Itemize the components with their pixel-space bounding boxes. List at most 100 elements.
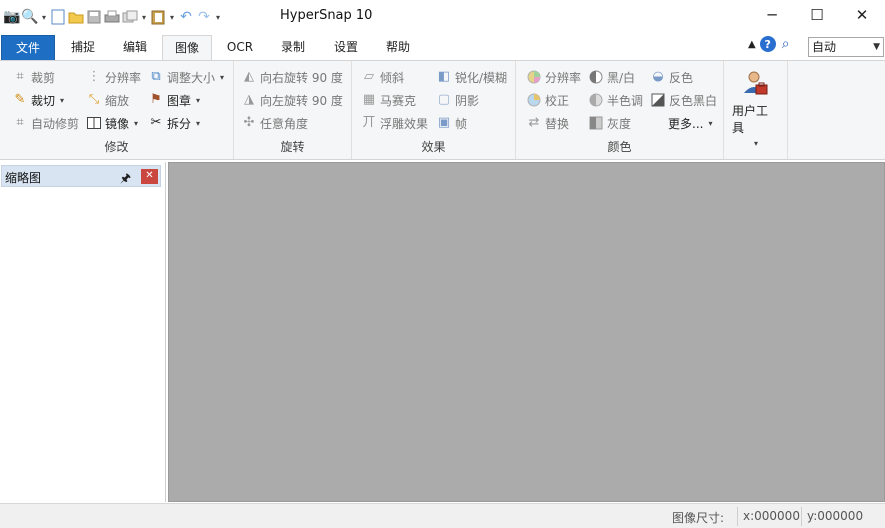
zoom-select[interactable]: 自动 ▼	[808, 37, 884, 57]
tab-ocr[interactable]: OCR	[218, 35, 262, 61]
new-file-icon[interactable]	[50, 9, 66, 25]
grayscale-button[interactable]: 灰度	[588, 113, 631, 133]
quick-access-toolbar: 📷 🔍 ▾ ▾ ▾ ↶ ↷ ▾	[3, 6, 222, 28]
thumbnail-pane-title: 缩略图	[5, 171, 42, 185]
tab-file[interactable]: 文件	[1, 35, 55, 61]
correct-button[interactable]: 校正	[526, 90, 569, 110]
undo-icon[interactable]: ↶	[178, 9, 194, 25]
image-workspace[interactable]	[168, 162, 885, 502]
halftone-icon	[588, 92, 604, 108]
scale-button[interactable]: ⤡ 缩放	[86, 90, 129, 110]
copy-icon[interactable]	[122, 9, 138, 25]
replace-button[interactable]: ⇄ 替换	[526, 113, 569, 133]
chevron-down-icon[interactable]: ▾	[140, 13, 148, 22]
invert-button[interactable]: ◒ 反色	[650, 67, 693, 87]
mosaic-icon: ▦	[362, 92, 376, 107]
scale-icon: ⤡	[88, 92, 100, 107]
chevron-down-icon: ▼	[873, 42, 880, 52]
group-label-color: 颜色	[607, 140, 632, 154]
customize-icon[interactable]: ▾	[214, 13, 222, 22]
more-button[interactable]: 更多... ▾	[668, 113, 712, 133]
tab-edit[interactable]: 编辑	[114, 35, 156, 61]
redo-icon[interactable]: ↷	[196, 9, 212, 25]
group-color: 分辨率 校正 ⇄ 替换 黑/白 半色调 灰度 ◒ 反色 反色黑白 更多... ▾…	[516, 61, 724, 159]
tab-image[interactable]: 图像	[162, 35, 212, 62]
group-modify: ⌗ 裁剪 ✎ 裁切 ▾ ⌗ 自动修剪 ⋮ 分辨率 ⤡ 缩放 镜像 ▾ ⧉ 调整大小 ▾	[0, 61, 234, 159]
rotate-right-button[interactable]: ◭ 向右旋转 90 度	[241, 67, 343, 87]
skew-button[interactable]: ▱ 倾斜	[361, 67, 404, 87]
autotrim-button[interactable]: ⌗ 自动修剪	[12, 113, 79, 133]
cursor-x: x:000000	[743, 509, 800, 523]
any-angle-button[interactable]: ✣ 任意角度	[241, 113, 308, 133]
color-resolution-button[interactable]: 分辨率	[526, 67, 581, 87]
chevron-down-icon[interactable]: ▾	[168, 13, 176, 22]
resolution-button[interactable]: ⋮ 分辨率	[86, 67, 142, 87]
mirror-icon	[86, 115, 102, 131]
group-effects: ▱ 倾斜 ▦ 马赛克 丌 浮雕效果 ◧ 锐化/模糊 ▢ 阴影 ▣ 帧 效果	[352, 61, 516, 159]
replace-icon: ⇄	[528, 115, 540, 130]
tab-settings[interactable]: 设置	[324, 35, 368, 61]
mosaic-button[interactable]: ▦ 马赛克	[361, 90, 416, 110]
title-bar: 📷 🔍 ▾ ▾ ▾ ↶ ↷ ▾ HyperSnap 10 ─ ☐ ✕	[0, 0, 885, 33]
black-white-icon	[588, 69, 604, 85]
status-separator	[801, 507, 802, 526]
crop-button[interactable]: ⌗ 裁剪	[12, 67, 55, 87]
thumbnail-pane: 缩略图 🖈 ✕	[0, 162, 166, 502]
sharpen-icon: ◧	[437, 69, 451, 84]
grayscale-icon	[588, 115, 604, 131]
stamp-button[interactable]: ⚑ 图章 ▾	[148, 90, 200, 110]
color-correct-icon	[526, 92, 542, 108]
chevron-down-icon: ▾	[753, 139, 758, 148]
emboss-button[interactable]: 丌 浮雕效果	[361, 113, 428, 133]
camera-icon[interactable]: 📷	[3, 9, 20, 25]
user-tools-icon	[739, 67, 771, 99]
window-title: HyperSnap 10	[280, 8, 373, 23]
black-white-button[interactable]: 黑/白	[588, 67, 635, 87]
image-size-label: 图像尺寸:	[672, 511, 725, 525]
collapse-ribbon-icon[interactable]: ▲	[748, 39, 756, 50]
user-tools-button[interactable]: 用户工具 ▾	[732, 67, 778, 148]
minimize-button[interactable]: ─	[749, 0, 795, 29]
clipboard-icon[interactable]	[150, 9, 166, 25]
help-icon[interactable]: ?	[759, 36, 776, 52]
maximize-button[interactable]: ☐	[794, 0, 840, 29]
autotrim-icon: ⌗	[16, 115, 24, 130]
frame-button[interactable]: ▣ 帧	[436, 113, 467, 133]
tab-record[interactable]: 录制	[271, 35, 315, 61]
shadow-button[interactable]: ▢ 阴影	[436, 90, 479, 110]
invert-bw-button[interactable]: 反色黑白	[650, 90, 717, 110]
rotate-left-button[interactable]: ◮ 向左旋转 90 度	[241, 90, 343, 110]
split-button[interactable]: ✂ 拆分 ▾	[148, 113, 200, 133]
open-folder-icon[interactable]	[68, 9, 84, 25]
group-label-modify: 修改	[104, 140, 129, 154]
save-icon[interactable]	[86, 9, 102, 25]
status-separator	[737, 507, 738, 526]
ribbon-tabs: 文件 捕捉 编辑 图像 OCR 录制 设置 帮助 ▲ ? ⌕	[0, 33, 885, 62]
tab-capture[interactable]: 捕捉	[62, 35, 104, 61]
thumbnail-pane-header: 缩略图 🖈 ✕	[1, 165, 161, 187]
pin-icon[interactable]: 🖈	[120, 169, 131, 190]
stamp-icon: ⚑	[150, 92, 162, 107]
resize-button[interactable]: ⧉ 调整大小 ▾	[148, 67, 224, 87]
sharpen-blur-button[interactable]: ◧ 锐化/模糊	[436, 67, 507, 87]
chevron-down-icon: ▾	[220, 72, 225, 82]
close-button[interactable]: ✕	[839, 0, 885, 29]
halftone-button[interactable]: 半色调	[588, 90, 643, 110]
cut-button[interactable]: ✎ 裁切 ▾	[12, 90, 64, 110]
search-icon[interactable]: ⌕	[782, 36, 790, 52]
group-label-rotate: 旋转	[280, 140, 305, 154]
tab-help[interactable]: 帮助	[376, 35, 420, 61]
emboss-icon: 丌	[362, 115, 376, 130]
pencil-icon: ✎	[14, 92, 26, 107]
magnifier-icon[interactable]: 🔍	[21, 9, 38, 25]
scissors-icon: ✂	[150, 115, 162, 130]
angle-icon: ✣	[243, 115, 255, 130]
close-icon[interactable]: ✕	[141, 169, 158, 184]
cursor-y: y:000000	[807, 509, 864, 523]
print-icon[interactable]	[104, 9, 120, 25]
chevron-down-icon: ▾	[134, 118, 139, 128]
group-rotate: ◭ 向右旋转 90 度 ◮ 向左旋转 90 度 ✣ 任意角度 旋转	[234, 61, 352, 159]
mirror-button[interactable]: 镜像 ▾	[86, 113, 138, 133]
chevron-down-icon: ▾	[196, 95, 201, 105]
chevron-down-icon[interactable]: ▾	[40, 13, 48, 22]
